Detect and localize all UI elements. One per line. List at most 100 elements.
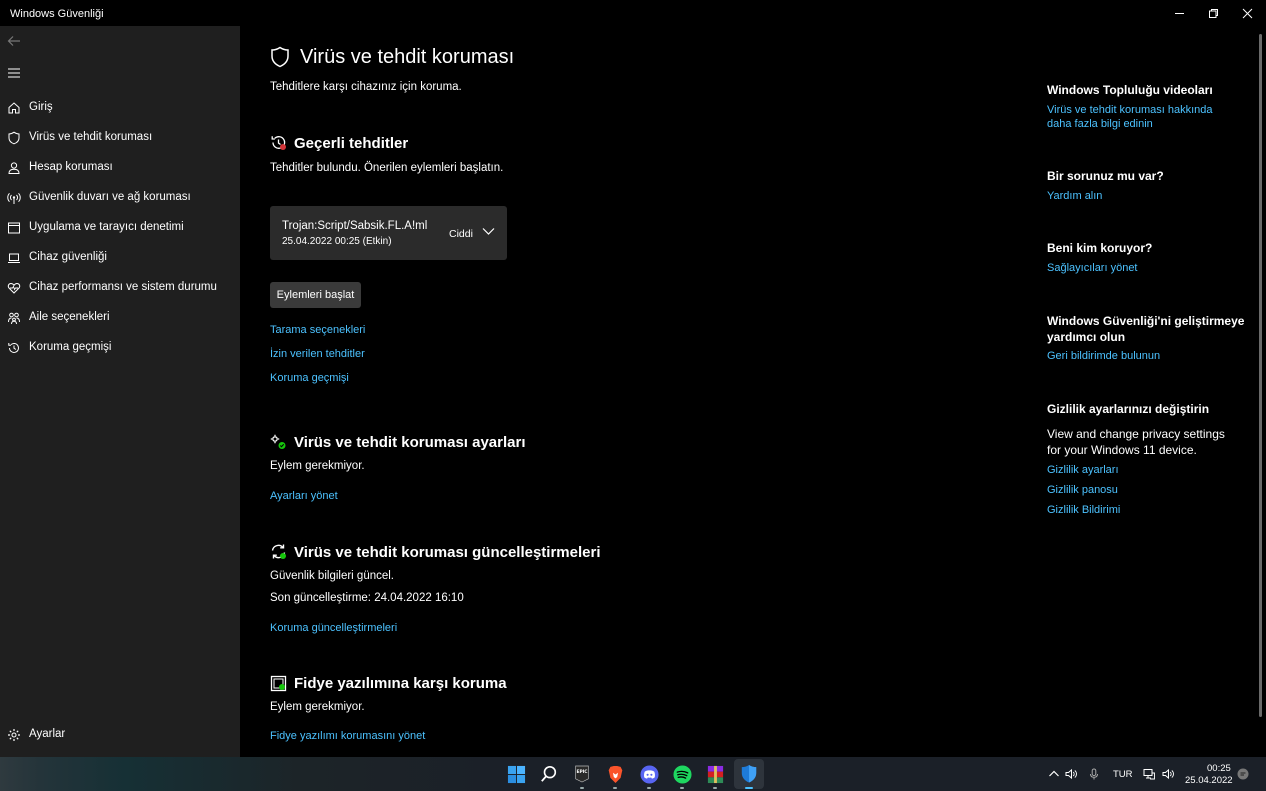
brave-icon <box>608 765 622 783</box>
scrollbar[interactable] <box>1259 34 1262 717</box>
question-heading: Bir sorunuz mu var? <box>1047 169 1164 183</box>
taskbar-wallpaper <box>0 757 500 791</box>
microphone-icon[interactable] <box>1088 768 1100 780</box>
threat-severity: Ciddi <box>449 228 473 240</box>
taskbar: EPIC TUR 00:25 25.04.2022 <box>0 757 1266 791</box>
improve-heading-line2: yardımcı olun <box>1047 330 1126 344</box>
sidebar-item-home[interactable]: Giriş <box>0 94 240 122</box>
network-icon[interactable] <box>1143 768 1155 780</box>
heart-icon <box>7 282 21 294</box>
community-link[interactable]: Virüs ve tehdit koruması hakkında <box>1047 103 1213 118</box>
sidebar-item-label: Giriş <box>29 101 53 113</box>
community-heading: Windows Topluluğu videoları <box>1047 83 1213 97</box>
minimize-icon <box>1174 12 1184 14</box>
sidebar-item-device-performance[interactable]: Cihaz performansı ve sistem durumu <box>0 274 240 302</box>
sidebar-item-label: Ayarlar <box>29 728 66 740</box>
update-icon <box>271 544 286 559</box>
threat-card[interactable]: Trojan:Script/Sabsik.FL.A!ml 25.04.2022 … <box>270 206 507 260</box>
restore-button[interactable] <box>1196 0 1230 26</box>
updates-section-heading: Virüs ve tehdit koruması güncelleştirmel… <box>294 544 601 561</box>
sidebar-item-settings[interactable]: Ayarlar <box>0 721 240 749</box>
taskbar-app-discord[interactable] <box>637 762 661 789</box>
sidebar-item-family[interactable]: Aile seçenekleri <box>0 304 240 332</box>
sidebar-item-app-browser[interactable]: Uygulama ve tarayıcı denetimi <box>0 214 240 242</box>
title-bar: Windows Güvenliği <box>0 0 1266 26</box>
manage-settings-link[interactable]: Ayarları yönet <box>270 490 338 502</box>
minimize-button[interactable] <box>1162 0 1196 26</box>
search-icon <box>541 765 557 782</box>
notification-icon[interactable] <box>1237 768 1249 780</box>
protection-updates-link[interactable]: Koruma güncelleştirmeleri <box>270 622 397 634</box>
sidebar-item-label: Cihaz güvenliği <box>29 251 107 263</box>
epic-games-icon: EPIC <box>575 765 589 783</box>
taskbar-app-winrar[interactable] <box>703 762 727 789</box>
taskbar-app-epic[interactable]: EPIC <box>570 762 594 789</box>
privacy-heading: Gizlilik ayarlarınızı değiştirin <box>1047 402 1210 416</box>
family-icon <box>8 312 20 325</box>
shield-icon <box>271 46 289 68</box>
start-button[interactable] <box>504 762 528 786</box>
feedback-link[interactable]: Geri bildirimde bulunun <box>1047 349 1160 364</box>
menu-button[interactable] <box>6 64 24 82</box>
windows-security-window: Windows Güvenliği Giriş Virüs ve tehdit … <box>0 0 1266 791</box>
sidebar: Giriş Virüs ve tehdit koruması Hesap kor… <box>0 26 240 757</box>
sidebar-item-label: Uygulama ve tarayıcı denetimi <box>29 221 184 233</box>
sidebar-item-virus-protection[interactable]: Virüs ve tehdit koruması <box>0 124 240 152</box>
sidebar-item-label: Koruma geçmişi <box>29 341 112 353</box>
last-update-text: Son güncelleştirme: 24.04.2022 16:10 <box>270 592 464 604</box>
start-icon <box>507 765 525 783</box>
gear-icon <box>8 729 20 741</box>
running-indicator <box>745 787 753 789</box>
taskbar-app-spotify[interactable] <box>670 762 694 789</box>
clock-date[interactable]: 25.04.2022 <box>1185 775 1233 786</box>
page-title: Virüs ve tehdit koruması <box>300 46 515 68</box>
volume-icon[interactable] <box>1162 768 1174 780</box>
sidebar-item-label: Aile seçenekleri <box>29 311 110 323</box>
winrar-icon <box>707 765 723 783</box>
close-button[interactable] <box>1230 0 1264 26</box>
improve-heading: Windows Güvenliği'ni geliştirmeye <box>1047 314 1245 328</box>
sidebar-item-account[interactable]: Hesap koruması <box>0 154 240 182</box>
taskbar-app-brave[interactable] <box>603 762 627 789</box>
privacy-dashboard-link[interactable]: Gizlilik panosu <box>1047 483 1118 498</box>
privacy-statement-link[interactable]: Gizlilik Bildirimi <box>1047 503 1120 518</box>
manage-providers-link[interactable]: Sağlayıcıları yönet <box>1047 261 1138 276</box>
allowed-threats-link[interactable]: İzin verilen tehditler <box>270 348 365 360</box>
community-link-line2[interactable]: daha fazla bilgi edinin <box>1047 117 1153 132</box>
sidebar-item-firewall[interactable]: Güvenlik duvarı ve ağ koruması <box>0 184 240 212</box>
protector-heading: Beni kim koruyor? <box>1047 241 1153 255</box>
start-actions-button[interactable]: Eylemleri başlat <box>270 282 361 308</box>
taskbar-app-windows-security[interactable] <box>737 762 761 789</box>
spotify-icon <box>672 764 692 784</box>
scan-options-link[interactable]: Tarama seçenekleri <box>270 324 365 336</box>
running-indicator <box>647 787 651 789</box>
main-content: Virüs ve tehdit koruması Tehditlere karş… <box>240 26 1266 757</box>
sidebar-item-device-security[interactable]: Cihaz güvenliği <box>0 244 240 272</box>
back-arrow-icon <box>7 36 20 46</box>
manage-ransomware-link[interactable]: Fidye yazılımı korumasını yönet <box>270 730 425 742</box>
taskbar-search-button[interactable] <box>537 762 561 786</box>
sidebar-item-label: Cihaz performansı ve sistem durumu <box>29 281 217 293</box>
chevron-up-icon[interactable] <box>1048 768 1060 780</box>
running-indicator <box>680 787 684 789</box>
privacy-settings-link[interactable]: Gizlilik ayarları <box>1047 463 1119 478</box>
threat-name: Trojan:Script/Sabsik.FL.A!ml <box>282 220 428 232</box>
language-indicator[interactable]: TUR <box>1113 769 1133 780</box>
running-indicator <box>580 787 584 789</box>
windows-security-icon <box>741 765 757 783</box>
home-icon <box>8 102 20 114</box>
restore-icon <box>1208 8 1218 18</box>
sidebar-item-protection-history[interactable]: Koruma geçmişi <box>0 334 240 362</box>
updates-section-status: Güvenlik bilgileri güncel. <box>270 570 395 582</box>
antenna-icon <box>7 192 21 204</box>
chevron-down-icon[interactable] <box>482 227 495 236</box>
clock-time[interactable]: 00:25 <box>1207 763 1231 774</box>
app-browser-icon <box>8 222 20 234</box>
back-button[interactable] <box>6 32 24 50</box>
protection-history-link[interactable]: Koruma geçmişi <box>270 372 349 384</box>
get-help-link[interactable]: Yardım alın <box>1047 189 1102 204</box>
sidebar-item-label: Virüs ve tehdit koruması <box>29 131 153 143</box>
threat-history-icon <box>271 136 286 150</box>
speaker-icon[interactable] <box>1065 768 1077 780</box>
privacy-text-line2: for your Windows 11 device. <box>1047 443 1197 457</box>
